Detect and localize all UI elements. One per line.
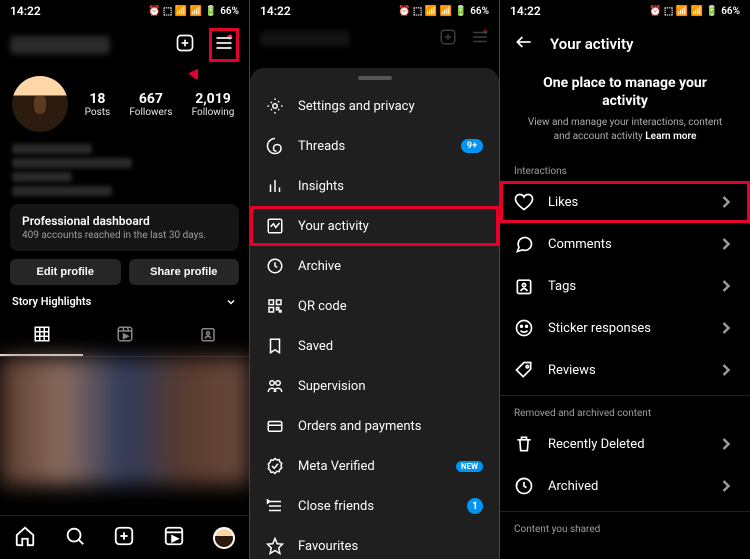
activity-tags[interactable]: Tags: [500, 265, 750, 307]
home-tab[interactable]: [14, 525, 36, 551]
activity-recently-deleted[interactable]: Recently Deleted: [500, 423, 750, 465]
menu-orders[interactable]: Orders and payments: [250, 406, 499, 446]
edit-profile-button[interactable]: Edit profile: [10, 259, 121, 285]
tagged-tab[interactable]: [166, 318, 249, 356]
learn-more-link[interactable]: Learn more: [645, 131, 696, 142]
menu-meta-verified[interactable]: Meta VerifiedNEW: [250, 446, 499, 486]
status-indicators: ⏰ ⬚ 📶 📶 🔋66%: [148, 6, 239, 17]
hero-text: One place to manage your activity View a…: [500, 66, 750, 158]
menu-sheet-screen: 14:22 ⏰ ⬚ 📶 📶 🔋66% Settings and privacy …: [250, 0, 500, 559]
share-profile-button[interactable]: Share profile: [129, 259, 240, 285]
story-highlights-header[interactable]: Story Highlights: [0, 285, 249, 318]
activity-sticker-responses[interactable]: Sticker responses: [500, 307, 750, 349]
threads-badge: 9+: [461, 139, 483, 153]
followers-stat[interactable]: 667Followers: [129, 91, 172, 118]
create-icon: [439, 28, 457, 50]
sticker-icon: [514, 318, 534, 338]
status-bar: 14:22 ⏰ ⬚ 📶 📶 🔋66%: [250, 0, 499, 22]
posts-stat[interactable]: 18Posts: [85, 91, 111, 118]
menu-saved[interactable]: Saved: [250, 326, 499, 366]
profile-nav-tab[interactable]: [213, 527, 235, 549]
create-post-button[interactable]: [175, 33, 195, 57]
posts-grid[interactable]: [0, 357, 249, 485]
menu-supervision[interactable]: Supervision: [250, 366, 499, 406]
grid-tab[interactable]: [0, 318, 83, 356]
status-bar: 14:22 ⏰ ⬚ 📶 📶 🔋66%: [0, 0, 249, 22]
username-dimmed: [260, 31, 350, 47]
activity-reviews[interactable]: Reviews: [500, 349, 750, 391]
back-button[interactable]: [514, 32, 534, 56]
menu-archive[interactable]: Archive: [250, 246, 499, 286]
heart-icon: [514, 192, 534, 212]
bottom-sheet: Settings and privacy Threads9+ Insights …: [250, 68, 499, 559]
section-interactions: Interactions: [500, 158, 750, 181]
menu-favourites[interactable]: Favourites: [250, 526, 499, 559]
activity-comments[interactable]: Comments: [500, 223, 750, 265]
trash-icon: [514, 434, 534, 454]
menu-settings[interactable]: Settings and privacy: [250, 86, 499, 126]
status-bar: 14:22 ⏰ ⬚ 📶 📶 🔋66%: [500, 0, 750, 22]
chevron-right-icon: [716, 192, 736, 212]
page-title: Your activity: [550, 35, 633, 53]
count-badge: 1: [467, 498, 483, 514]
create-tab[interactable]: [113, 525, 135, 551]
bio-text: [12, 144, 237, 196]
activity-likes[interactable]: Likes: [500, 181, 750, 223]
hamburger-menu-button[interactable]: [209, 28, 239, 62]
reels-tab[interactable]: [83, 318, 166, 356]
comment-icon: [514, 234, 534, 254]
username[interactable]: [10, 36, 110, 54]
section-shared: Content you shared: [500, 516, 750, 539]
menu-icon: [471, 28, 489, 50]
following-stat[interactable]: 2,019Following: [192, 91, 235, 118]
activity-archived[interactable]: Archived: [500, 465, 750, 507]
search-tab[interactable]: [64, 525, 86, 551]
profile-screen: 14:22 ⏰ ⬚ 📶 📶 🔋66% 18Posts 667Followers …: [0, 0, 250, 559]
chevron-down-icon: [225, 296, 237, 308]
clock: 14:22: [10, 4, 41, 18]
section-removed: Removed and archived content: [500, 400, 750, 423]
professional-dashboard-card[interactable]: Professional dashboard 409 accounts reac…: [10, 204, 239, 251]
profile-avatar[interactable]: [12, 76, 68, 132]
new-badge: NEW: [456, 461, 483, 472]
content-tabs: [0, 318, 249, 357]
price-tag-icon: [514, 360, 534, 380]
reels-nav-tab[interactable]: [163, 525, 185, 551]
profile-header: 18Posts 667Followers 2,019Following: [0, 68, 249, 140]
bottom-nav: [0, 515, 249, 559]
sheet-handle[interactable]: [358, 76, 392, 80]
menu-threads[interactable]: Threads9+: [250, 126, 499, 166]
archive-icon: [514, 476, 534, 496]
menu-insights[interactable]: Insights: [250, 166, 499, 206]
menu-your-activity[interactable]: Your activity: [250, 206, 499, 246]
menu-close-friends[interactable]: Close friends1: [250, 486, 499, 526]
tag-icon: [514, 276, 534, 296]
menu-qr[interactable]: QR code: [250, 286, 499, 326]
your-activity-screen: 14:22 ⏰ ⬚ 📶 📶 🔋66% Your activity One pla…: [500, 0, 750, 559]
